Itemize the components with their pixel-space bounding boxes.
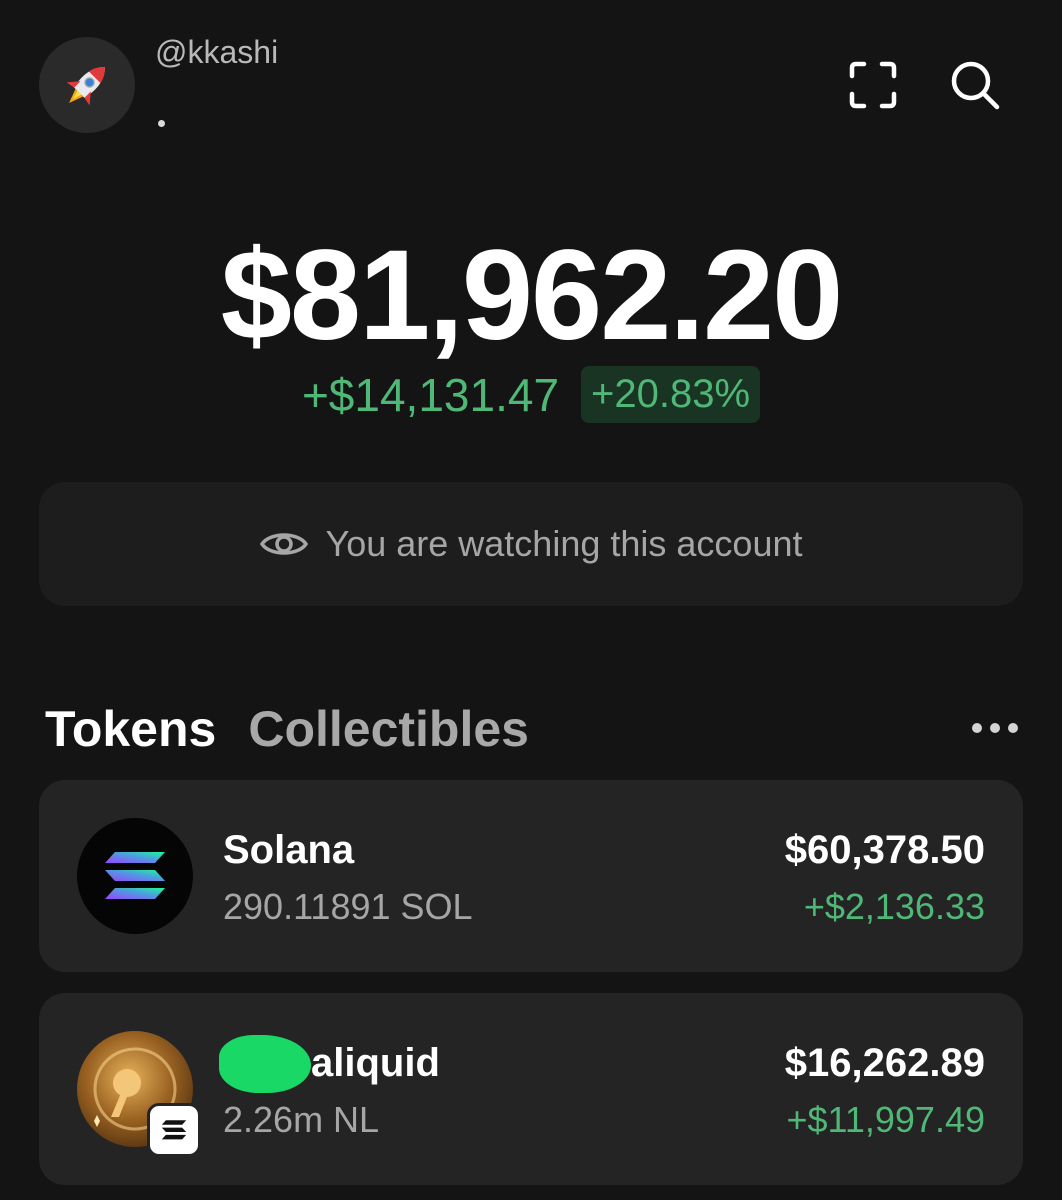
username: @kkashi <box>155 34 279 70</box>
token-value: $16,262.89 <box>784 1041 985 1085</box>
search-icon <box>951 61 1000 110</box>
asset-tabs: Tokens Collectibles <box>45 700 529 758</box>
token-quantity: 2.26m NL <box>223 1099 380 1140</box>
redaction-mark <box>219 1035 311 1093</box>
status-dot <box>158 120 165 127</box>
avatar[interactable] <box>39 37 135 133</box>
token-row[interactable]: aliquid 2.26m NL $16,262.89 +$11,997.49 <box>39 993 1023 1185</box>
tab-tokens[interactable]: Tokens <box>45 700 216 758</box>
token-value: $60,378.50 <box>784 828 985 872</box>
tab-collectibles[interactable]: Collectibles <box>248 700 529 758</box>
scan-button[interactable] <box>846 58 900 112</box>
more-options-button[interactable] <box>968 712 1022 744</box>
token-quantity: 290.11891 SOL <box>223 886 473 927</box>
scan-frame-icon <box>849 61 897 109</box>
token-logo-icon <box>77 1031 201 1157</box>
token-change: +$2,136.33 <box>803 886 985 927</box>
watching-account-banner: You are watching this account <box>39 482 1023 606</box>
change-percent-badge: +20.83% <box>581 366 761 423</box>
token-name: Solana <box>223 828 355 872</box>
solana-icon <box>77 818 193 934</box>
change-amount: +$14,131.47 <box>301 368 560 421</box>
search-button[interactable] <box>948 58 1002 112</box>
token-name: aliquid <box>311 1041 440 1085</box>
portfolio-change: +$14,131.47 +20.83% <box>0 366 1062 423</box>
watching-account-text: You are watching this account <box>325 523 803 564</box>
solana-badge-icon <box>147 1103 201 1157</box>
more-horizontal-icon <box>972 723 982 733</box>
token-row[interactable]: Solana 290.11891 SOL $60,378.50 +$2,136.… <box>39 780 1023 972</box>
eye-icon <box>259 533 308 555</box>
portfolio-balance: $81,962.20 <box>220 224 844 367</box>
rocket-icon <box>66 67 105 106</box>
token-change: +$11,997.49 <box>786 1099 985 1140</box>
